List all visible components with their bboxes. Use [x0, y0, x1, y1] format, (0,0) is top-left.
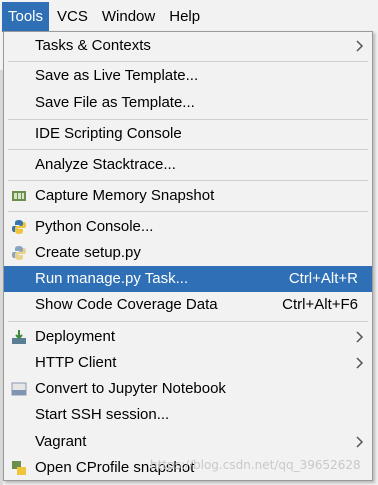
menu-item-label: Convert to Jupyter Notebook: [35, 380, 226, 397]
menu-item-label: Start SSH session...: [35, 406, 170, 423]
python-icon: [12, 220, 26, 234]
menu-item-capture-memory-snapshot[interactable]: Capture Memory Snapshot: [4, 183, 372, 209]
python-icon: [12, 246, 26, 260]
jupyter-icon: [11, 382, 27, 396]
menu-item-show-code-coverage[interactable]: Show Code Coverage Data Ctrl+Alt+F6: [4, 292, 372, 318]
profile-icon: [12, 461, 26, 475]
menu-item-analyze-stacktrace[interactable]: Analyze Stacktrace...: [4, 152, 372, 178]
submenu-arrow-icon: [356, 357, 364, 369]
menu-item-vagrant[interactable]: Vagrant: [4, 429, 372, 455]
menu-item-shortcut: Ctrl+Alt+F6: [282, 296, 358, 313]
menubar-help[interactable]: Help: [163, 2, 206, 32]
menu-item-run-manage-py-task[interactable]: Run manage.py Task... Ctrl+Alt+R: [4, 266, 372, 292]
memory-snapshot-icon: [12, 191, 26, 201]
menu-item-label: Save File as Template...: [35, 94, 195, 111]
watermark: https://blog.csdn.net/qq_39652628: [150, 458, 361, 472]
menu-item-save-file-template[interactable]: Save File as Template...: [4, 90, 372, 116]
menu-item-label: Show Code Coverage Data: [35, 296, 218, 313]
submenu-arrow-icon: [356, 331, 364, 343]
menu-item-convert-jupyter[interactable]: Convert to Jupyter Notebook: [4, 376, 372, 402]
menu-separator: [8, 119, 368, 120]
menu-item-label: Save as Live Template...: [35, 67, 199, 84]
menubar-tools[interactable]: Tools: [2, 2, 50, 32]
menu-item-label: Python Console...: [35, 218, 154, 235]
menu-item-label: Vagrant: [35, 433, 87, 450]
menubar-vcs[interactable]: VCS: [51, 2, 94, 32]
menu-item-deployment[interactable]: Deployment: [4, 324, 372, 350]
menu-item-label: Deployment: [35, 328, 116, 345]
submenu-arrow-icon: [356, 40, 364, 52]
menu-item-label: IDE Scripting Console: [35, 125, 182, 142]
menu-item-label: HTTP Client: [35, 354, 117, 371]
menu-bar: Tools VCS Window Help: [0, 0, 378, 34]
menu-separator: [8, 180, 368, 181]
menu-item-save-live-template[interactable]: Save as Live Template...: [4, 63, 372, 89]
tools-menu: Tasks & Contexts Save as Live Template..…: [3, 31, 373, 481]
menu-item-python-console[interactable]: Python Console...: [4, 214, 372, 240]
menu-item-start-ssh-session[interactable]: Start SSH session...: [4, 402, 372, 428]
menu-item-shortcut: Ctrl+Alt+R: [288, 270, 358, 287]
menu-item-create-setup-py[interactable]: Create setup.py: [4, 240, 372, 266]
menu-item-label: Run manage.py Task...: [35, 270, 189, 287]
menu-separator: [8, 211, 368, 212]
menubar-window[interactable]: Window: [96, 2, 161, 32]
menu-item-tasks-contexts[interactable]: Tasks & Contexts: [4, 33, 372, 59]
menu-separator: [8, 321, 368, 322]
deployment-icon: [12, 330, 26, 344]
menu-item-label: Analyze Stacktrace...: [35, 156, 176, 173]
menu-item-http-client[interactable]: HTTP Client: [4, 350, 372, 376]
menu-item-ide-scripting-console[interactable]: IDE Scripting Console: [4, 121, 372, 147]
menu-item-label: Create setup.py: [35, 244, 141, 261]
menu-item-label: Tasks & Contexts: [35, 37, 151, 54]
menu-separator: [8, 149, 368, 150]
menu-separator: [8, 61, 368, 62]
menu-item-label: Capture Memory Snapshot: [35, 187, 215, 204]
submenu-arrow-icon: [356, 436, 364, 448]
